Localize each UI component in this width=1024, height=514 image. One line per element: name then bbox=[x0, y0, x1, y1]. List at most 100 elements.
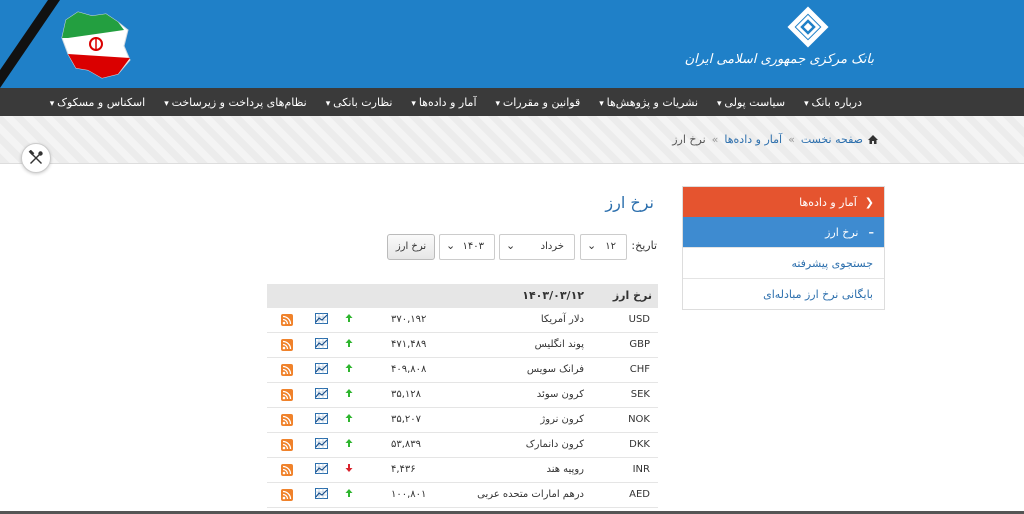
currency-code: NOK bbox=[628, 414, 650, 425]
currency-rate: ۴۰۹,۸۰۸ bbox=[391, 364, 427, 375]
chevron-left-icon: ❮ bbox=[864, 195, 874, 209]
rss-icon[interactable] bbox=[281, 364, 293, 376]
sidebar-item-archive[interactable]: بایگانی نرخ ارز مبادله‌ای bbox=[683, 278, 884, 309]
currency-code: INR bbox=[632, 464, 650, 475]
table-row: USD دلار آمریکا ۳۷۰,۱۹۲ bbox=[267, 308, 658, 333]
chart-icon[interactable] bbox=[315, 388, 328, 399]
breadcrumb: صفحه نخست » آمار و داده‌ها » نرخ ارز bbox=[672, 133, 878, 146]
bank-name: بانک مرکزی جمهوری اسلامی ایران bbox=[684, 52, 874, 67]
breadcrumb-bar: صفحه نخست » آمار و داده‌ها » نرخ ارز bbox=[0, 116, 1024, 164]
month-select[interactable]: خرداد ⌄ bbox=[499, 234, 575, 260]
table-row: SEK کرون سوئد ۳۵,۱۲۸ bbox=[267, 383, 658, 408]
chart-icon[interactable] bbox=[315, 438, 328, 449]
table-body: USD دلار آمریکا ۳۷۰,۱۹۲ GBP پوند انگلیس ۴۷۱,۴… bbox=[267, 308, 658, 508]
currency-name: کرون سوئد bbox=[536, 389, 584, 400]
currency-code: DKK bbox=[629, 439, 650, 450]
breadcrumb-current: نرخ ارز bbox=[672, 133, 706, 146]
arrow-up-icon bbox=[345, 339, 353, 347]
breadcrumb-home[interactable]: صفحه نخست bbox=[801, 133, 863, 146]
tools-icon bbox=[28, 150, 43, 164]
chart-icon[interactable] bbox=[315, 338, 328, 349]
table-row: INR روپیه هند ۴,۴۳۶ bbox=[267, 458, 658, 483]
rss-icon[interactable] bbox=[281, 389, 293, 401]
exchange-rate-table: نرخ ارز ۱۴۰۳/۰۳/۱۲ USD دلار آمریکا ۳۷۰,۱۹۲… bbox=[267, 284, 658, 508]
submit-rate-button[interactable]: نرخ ارز bbox=[387, 234, 435, 260]
nav-publications[interactable]: نشریات و پژوهش‌ها bbox=[599, 96, 698, 109]
table-row: AED درهم امارات متحده عربی ۱۰۰,۸۰۱ bbox=[267, 483, 658, 508]
nav-about[interactable]: درباره بانک bbox=[804, 96, 862, 109]
nav-laws[interactable]: قوانین و مقررات bbox=[496, 96, 580, 109]
main-nav: درباره بانک سیاست پولی نشریات و پژوهش‌ها… bbox=[0, 88, 1024, 116]
rss-icon[interactable] bbox=[281, 314, 293, 326]
arrow-down-icon bbox=[345, 464, 353, 472]
iran-map-flag-icon bbox=[61, 11, 131, 79]
currency-name: درهم امارات متحده عربی bbox=[477, 489, 584, 500]
sidebar-item-exchange-rate[interactable]: – نرخ ارز bbox=[683, 217, 884, 247]
currency-name: پوند انگلیس bbox=[534, 339, 584, 350]
day-select[interactable]: ۱۲ ⌄ bbox=[580, 234, 627, 260]
chevron-down-icon: ⌄ bbox=[446, 239, 456, 252]
home-icon[interactable] bbox=[868, 135, 878, 144]
currency-code: AED bbox=[629, 489, 650, 500]
chart-icon[interactable] bbox=[315, 413, 328, 424]
table-row: NOK کرون نروژ ۳۵,۲۰۷ bbox=[267, 408, 658, 433]
tools-button[interactable] bbox=[21, 143, 51, 173]
arrow-up-icon bbox=[345, 364, 353, 372]
nav-monetary-policy[interactable]: سیاست پولی bbox=[717, 96, 785, 109]
chart-icon[interactable] bbox=[315, 463, 328, 474]
currency-name: فرانک سویس bbox=[526, 364, 584, 375]
chart-icon[interactable] bbox=[315, 488, 328, 499]
currency-rate: ۳۵,۲۰۷ bbox=[391, 414, 422, 425]
rss-icon[interactable] bbox=[281, 414, 293, 426]
chevron-down-icon: ⌄ bbox=[506, 239, 516, 252]
chart-icon[interactable] bbox=[315, 313, 328, 324]
date-label: تاریخ: bbox=[631, 239, 657, 252]
sidebar-item-label: نرخ ارز bbox=[825, 225, 859, 239]
header-date: ۱۴۰۳/۰۳/۱۲ bbox=[522, 289, 584, 302]
nav-payment-systems[interactable]: نظام‌های پرداخت و زیرساخت bbox=[164, 96, 307, 109]
currency-code: USD bbox=[628, 314, 650, 325]
table-row: DKK کرون دانمارک ۵۳,۸۳۹ bbox=[267, 433, 658, 458]
breadcrumb-separator: » bbox=[711, 133, 719, 146]
rss-icon[interactable] bbox=[281, 464, 293, 476]
table-header: نرخ ارز ۱۴۰۳/۰۳/۱۲ bbox=[267, 284, 658, 308]
date-filter: تاریخ: ۱۲ ⌄ خرداد ⌄ ۱۴۰۳ ⌄ نرخ ارز bbox=[387, 234, 657, 260]
chevron-down-icon: ⌄ bbox=[587, 239, 597, 252]
table-row: CHF فرانک سویس ۴۰۹,۸۰۸ bbox=[267, 358, 658, 383]
sidebar-header[interactable]: ❮ آمار و داده‌ها bbox=[683, 187, 884, 217]
currency-rate: ۳۷۰,۱۹۲ bbox=[391, 314, 427, 325]
chart-icon[interactable] bbox=[315, 363, 328, 374]
dash-icon: – bbox=[868, 225, 875, 239]
sidebar-menu: ❮ آمار و داده‌ها – نرخ ارز جستجوی پیشرفت… bbox=[682, 186, 885, 310]
currency-name: روپیه هند bbox=[546, 464, 584, 475]
year-value: ۱۴۰۳ bbox=[462, 241, 484, 252]
currency-name: کرون دانمارک bbox=[525, 439, 584, 450]
day-value: ۱۲ bbox=[605, 241, 616, 252]
page-title: نرخ ارز bbox=[605, 193, 654, 212]
currency-name: دلار آمریکا bbox=[540, 314, 584, 325]
currency-rate: ۴,۴۳۶ bbox=[391, 464, 416, 475]
currency-rate: ۴۷۱,۴۸۹ bbox=[391, 339, 427, 350]
year-select[interactable]: ۱۴۰۳ ⌄ bbox=[439, 234, 495, 260]
nav-banknotes[interactable]: اسکناس و مسکوک bbox=[50, 96, 145, 109]
currency-name: کرون نروژ bbox=[540, 414, 584, 425]
currency-code: CHF bbox=[629, 364, 650, 375]
breadcrumb-separator: » bbox=[788, 133, 795, 146]
rss-icon[interactable] bbox=[281, 489, 293, 501]
arrow-up-icon bbox=[345, 489, 353, 497]
currency-rate: ۵۳,۸۳۹ bbox=[391, 439, 422, 450]
currency-code: SEK bbox=[630, 389, 650, 400]
site-header: بانک مرکزی جمهوری اسلامی ایران bbox=[0, 0, 1024, 88]
month-value: خرداد bbox=[540, 241, 564, 252]
currency-rate: ۱۰۰,۸۰۱ bbox=[391, 489, 427, 500]
breadcrumb-statistics[interactable]: آمار و داده‌ها bbox=[724, 133, 782, 146]
arrow-up-icon bbox=[345, 314, 353, 322]
nav-statistics[interactable]: آمار و داده‌ها bbox=[411, 96, 477, 109]
rss-icon[interactable] bbox=[281, 339, 293, 351]
arrow-up-icon bbox=[345, 439, 353, 447]
sidebar-item-advanced-search[interactable]: جستجوی پیشرفته bbox=[683, 247, 884, 278]
bank-logo[interactable]: بانک مرکزی جمهوری اسلامی ایران bbox=[684, 4, 874, 84]
rss-icon[interactable] bbox=[281, 439, 293, 451]
nav-banking-supervision[interactable]: نظارت بانکی bbox=[326, 96, 392, 109]
currency-rate: ۳۵,۱۲۸ bbox=[391, 389, 422, 400]
